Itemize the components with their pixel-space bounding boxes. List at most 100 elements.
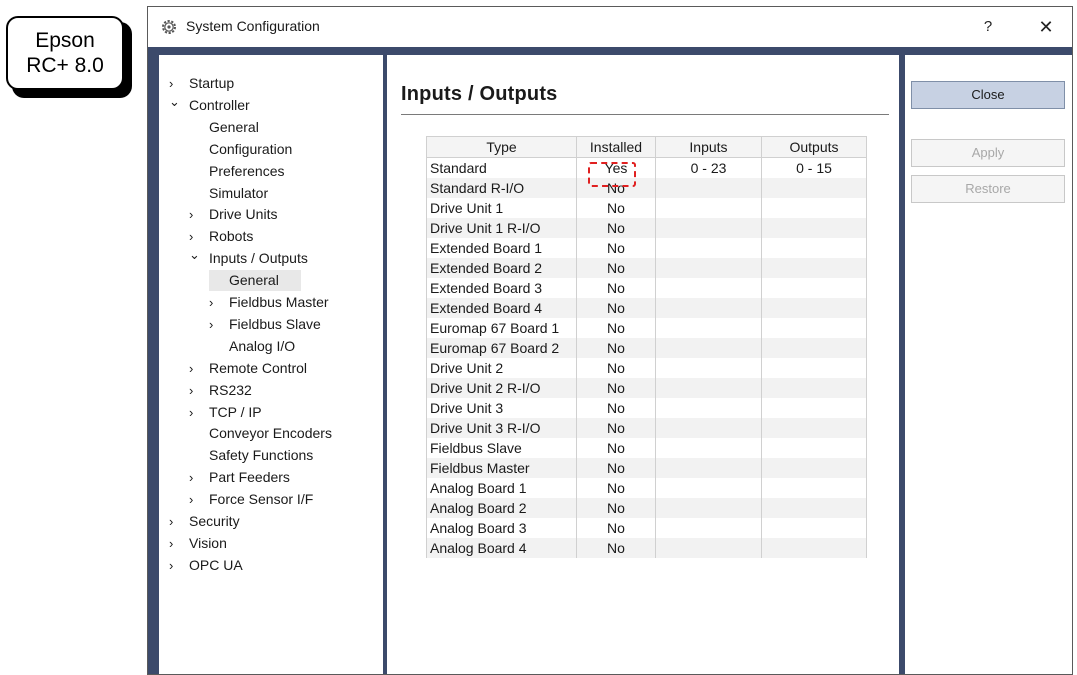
tree-item-configuration[interactable]: Configuration: [189, 139, 292, 160]
tree-item-opc-ua[interactable]: › OPC UA: [169, 555, 243, 576]
column-header-inputs[interactable]: Inputs: [655, 136, 762, 158]
cell-outputs: [761, 258, 867, 278]
cell-installed: No: [576, 338, 656, 358]
cell-installed: No: [576, 398, 656, 418]
cell-type: Analog Board 3: [426, 518, 577, 538]
tree-item-label: Startup: [189, 75, 235, 91]
chevron-right-icon[interactable]: ›: [169, 555, 189, 576]
chevron-right-icon[interactable]: ›: [189, 467, 209, 488]
close-button[interactable]: Close: [911, 81, 1065, 109]
cell-inputs: [655, 198, 762, 218]
table-row[interactable]: Analog Board 2 No: [426, 498, 867, 518]
table-row[interactable]: Fieldbus Slave No: [426, 438, 867, 458]
cell-installed: No: [576, 258, 656, 278]
column-header-installed[interactable]: Installed: [576, 136, 656, 158]
tree-item-security[interactable]: › Security: [169, 511, 240, 532]
tree-item-fieldbus-master[interactable]: › Fieldbus Master: [209, 292, 329, 313]
installed-yes-highlight: [588, 162, 636, 187]
table-row[interactable]: Standard R-I/O No: [426, 178, 867, 198]
table-row[interactable]: Drive Unit 3 R-I/O No: [426, 418, 867, 438]
table-row[interactable]: Drive Unit 1 R-I/O No: [426, 218, 867, 238]
table-row[interactable]: Extended Board 1 No: [426, 238, 867, 258]
chevron-down-icon[interactable]: ⌄: [169, 91, 189, 112]
restore-button[interactable]: Restore: [911, 175, 1065, 203]
tree-item-general[interactable]: General: [209, 270, 301, 292]
cell-type: Standard: [426, 157, 577, 178]
tree-item-preferences[interactable]: Preferences: [189, 161, 284, 182]
table-row[interactable]: Drive Unit 1 No: [426, 198, 867, 218]
tree-item-simulator[interactable]: Simulator: [189, 183, 268, 204]
cell-inputs: [655, 518, 762, 538]
chevron-right-icon[interactable]: ›: [189, 489, 209, 510]
table-row[interactable]: Analog Board 4 No: [426, 538, 867, 558]
table-row[interactable]: Fieldbus Master No: [426, 458, 867, 478]
cell-installed: No: [576, 418, 656, 438]
column-header-type[interactable]: Type: [426, 136, 577, 158]
tree-item-force-sensor-i-f[interactable]: › Force Sensor I/F: [189, 489, 313, 510]
cell-type: Extended Board 4: [426, 298, 577, 318]
tree-item-label: Conveyor Encoders: [209, 425, 332, 442]
cell-outputs: [761, 418, 867, 438]
table-row[interactable]: Extended Board 2 No: [426, 258, 867, 278]
table-row[interactable]: Drive Unit 2 R-I/O No: [426, 378, 867, 398]
tree-item-conveyor-encoders[interactable]: Conveyor Encoders: [189, 423, 332, 444]
cell-outputs: [761, 478, 867, 498]
table-row[interactable]: Euromap 67 Board 1 No: [426, 318, 867, 338]
cell-inputs: [655, 398, 762, 418]
tree-item-label: General: [209, 118, 259, 135]
table-row[interactable]: Extended Board 3 No: [426, 278, 867, 298]
cell-outputs: 0 - 15: [761, 157, 867, 178]
cell-inputs: [655, 238, 762, 258]
tree-item-label: Part Feeders: [209, 469, 290, 486]
cell-outputs: [761, 438, 867, 458]
cell-type: Analog Board 4: [426, 538, 577, 558]
tree-item-analog-i-o[interactable]: Analog I/O: [209, 336, 295, 357]
chevron-right-icon[interactable]: ›: [209, 292, 229, 313]
cell-type: Drive Unit 3 R-I/O: [426, 418, 577, 438]
tree-item-label: Controller: [189, 96, 250, 113]
help-button[interactable]: ?: [968, 15, 1008, 39]
table-row[interactable]: Euromap 67 Board 2 No: [426, 338, 867, 358]
window-close-button[interactable]: ✕: [1026, 15, 1066, 39]
table-row[interactable]: Drive Unit 2 No: [426, 358, 867, 378]
tree-item-controller[interactable]: ⌄ Controller: [169, 94, 250, 116]
chevron-right-icon[interactable]: ›: [189, 380, 209, 401]
cell-installed: No: [576, 458, 656, 478]
cell-type: Drive Unit 3: [426, 398, 577, 418]
chevron-right-icon[interactable]: ›: [169, 533, 189, 554]
chevron-right-icon[interactable]: ›: [189, 204, 209, 225]
tree-item-safety-functions[interactable]: Safety Functions: [189, 445, 313, 466]
tree-item-rs232[interactable]: › RS232: [189, 380, 252, 401]
cell-inputs: 0 - 23: [655, 157, 762, 178]
cell-type: Extended Board 3: [426, 278, 577, 298]
cell-type: Analog Board 2: [426, 498, 577, 518]
table-row[interactable]: Extended Board 4 No: [426, 298, 867, 318]
tree-item-part-feeders[interactable]: › Part Feeders: [189, 467, 290, 488]
cell-outputs: [761, 178, 867, 198]
tree-item-label: Inputs / Outputs: [209, 250, 308, 267]
table-row[interactable]: Analog Board 1 No: [426, 478, 867, 498]
tree-item-vision[interactable]: › Vision: [169, 533, 227, 554]
table-row[interactable]: Drive Unit 3 No: [426, 398, 867, 418]
chevron-right-icon[interactable]: ›: [189, 402, 209, 423]
tree-item-remote-control[interactable]: › Remote Control: [189, 358, 307, 379]
table-row[interactable]: Standard Yes 0 - 23 0 - 15: [426, 157, 867, 178]
cell-installed: No: [576, 378, 656, 398]
tree-item-label: Safety Functions: [209, 447, 314, 464]
tree-item-inputs-outputs[interactable]: ⌄ Inputs / Outputs: [189, 247, 308, 269]
table-row[interactable]: Analog Board 3 No: [426, 518, 867, 538]
tree-item-fieldbus-slave[interactable]: › Fieldbus Slave: [209, 314, 321, 335]
chevron-down-icon[interactable]: ⌄: [189, 244, 209, 265]
column-header-outputs[interactable]: Outputs: [761, 136, 867, 158]
chevron-right-icon[interactable]: ›: [209, 314, 229, 335]
cell-type: Fieldbus Master: [426, 458, 577, 478]
cell-installed: No: [576, 278, 656, 298]
tree-item-tcp-ip[interactable]: › TCP / IP: [189, 402, 262, 423]
chevron-right-icon[interactable]: ›: [189, 358, 209, 379]
chevron-right-icon[interactable]: ›: [169, 511, 189, 532]
apply-button[interactable]: Apply: [911, 139, 1065, 167]
tree-item-general[interactable]: General: [189, 117, 259, 138]
cell-outputs: [761, 238, 867, 258]
tree-item-drive-units[interactable]: › Drive Units: [189, 204, 277, 225]
cell-installed: No: [576, 238, 656, 258]
